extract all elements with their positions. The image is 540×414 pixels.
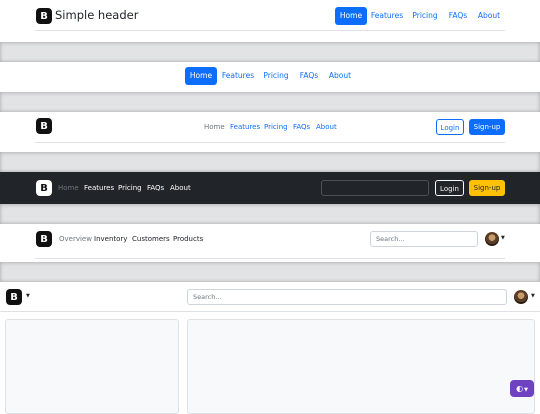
chevron-down-icon[interactable]: ▼ [531, 293, 535, 299]
chevron-down-icon[interactable]: ▼ [501, 235, 505, 241]
user-avatar[interactable] [514, 290, 528, 304]
centered-pill-header: Home Features Pricing FAQs About [0, 62, 540, 92]
chevron-down-icon: ▼ [524, 387, 528, 393]
sidebar-panel [5, 319, 179, 414]
login-button[interactable]: Login [436, 119, 464, 135]
bootstrap-logo-icon[interactable]: B [36, 180, 52, 196]
nav-pricing-pill[interactable]: Pricing [410, 7, 440, 25]
divider-line [35, 142, 505, 143]
nav-faqs-link[interactable]: FAQs [147, 183, 164, 193]
main-content-panel [187, 319, 535, 414]
nav-features-link[interactable]: Features [84, 183, 114, 193]
bootstrap-logo-icon[interactable]: B [6, 289, 22, 305]
chevron-down-icon[interactable]: ▼ [26, 293, 30, 299]
nav-pricing-link[interactable]: Pricing [118, 183, 142, 193]
nav-about-link[interactable]: About [170, 183, 191, 193]
nav-home-link[interactable]: Home [204, 122, 225, 132]
user-avatar[interactable] [485, 232, 499, 246]
nav-home-pill[interactable]: Home [185, 67, 217, 85]
section-divider [0, 92, 540, 112]
section-divider [0, 262, 540, 282]
signup-button[interactable]: Sign-up [469, 180, 505, 196]
section-divider [0, 204, 540, 224]
divider-line [0, 311, 540, 312]
half-circle-icon: ◐ [516, 384, 524, 393]
nav-features-pill[interactable]: Features [220, 67, 256, 85]
nav-products-link[interactable]: Products [173, 234, 203, 244]
nav-faqs-link[interactable]: FAQs [293, 122, 310, 132]
dark-header: B Home Features Pricing FAQs About Login… [0, 172, 540, 204]
nav-about-pill[interactable]: About [475, 7, 503, 25]
nav-faqs-pill[interactable]: FAQs [297, 67, 321, 85]
theme-toggle-button[interactable]: ◐▼ [510, 380, 534, 397]
nav-faqs-pill[interactable]: FAQs [446, 7, 470, 25]
site-title[interactable]: Simple header [55, 7, 138, 23]
nav-home-pill[interactable]: Home [335, 7, 367, 25]
search-input[interactable]: Search... [370, 231, 478, 247]
bootstrap-logo-icon[interactable]: B [36, 231, 52, 247]
search-input[interactable]: Search... [187, 289, 507, 305]
nav-pricing-pill[interactable]: Pricing [261, 67, 291, 85]
nav-about-pill[interactable]: About [326, 67, 354, 85]
signup-button[interactable]: Sign-up [469, 119, 505, 135]
nav-inventory-link[interactable]: Inventory [94, 234, 127, 244]
login-button[interactable]: Login [435, 180, 464, 196]
nav-customers-link[interactable]: Customers [132, 234, 170, 244]
divider-line [35, 258, 505, 259]
header-with-buttons: B Home Features Pricing FAQs About Login… [0, 112, 540, 152]
bootstrap-logo-icon[interactable]: B [36, 8, 52, 24]
nav-features-link[interactable]: Features [230, 122, 260, 132]
section-divider [0, 42, 540, 62]
fluid-app-header: B ▼ Search... ▼ [0, 282, 540, 414]
divider-line [35, 30, 505, 31]
nav-overview-link[interactable]: Overview [59, 234, 92, 244]
nav-pricing-link[interactable]: Pricing [264, 122, 288, 132]
nav-about-link[interactable]: About [316, 122, 337, 132]
nav-features-pill[interactable]: Features [369, 7, 405, 25]
app-header: B Overview Inventory Customers Products … [0, 224, 540, 260]
search-input[interactable] [321, 180, 429, 196]
nav-home-link[interactable]: Home [58, 183, 79, 193]
section-divider [0, 152, 540, 172]
bootstrap-logo-icon[interactable]: B [36, 118, 52, 134]
simple-header: B Simple header Home Features Pricing FA… [0, 0, 540, 42]
